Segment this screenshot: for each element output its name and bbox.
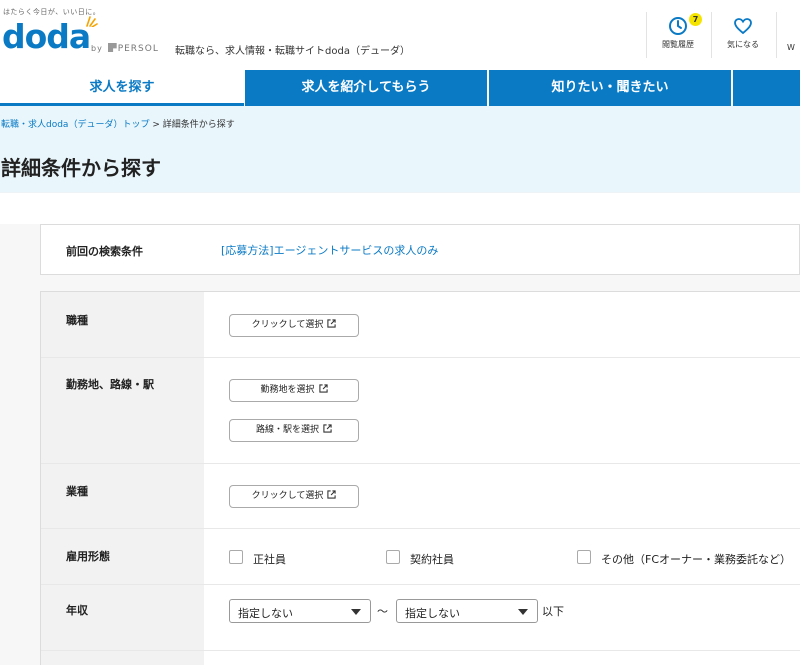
salary-max-select[interactable]: 指定しない (396, 599, 538, 623)
byline-by: by (91, 44, 103, 53)
route-station-select-button[interactable]: 路線・駅を選択 (229, 419, 359, 442)
title-band: 転職・求人doda（デューダ）トップ > 詳細条件から探す 詳細条件から探す (0, 106, 800, 192)
caret-down-icon (518, 609, 528, 615)
row-head: 業種 (41, 464, 204, 528)
external-window-icon (323, 424, 332, 433)
doda-logo[interactable]: doda (2, 20, 91, 53)
row-employment-type: 雇用形態 正社員 契約社員 その他（FCオーナー・業務委託など） (41, 529, 800, 585)
row-body: クリックして選択 (204, 464, 800, 528)
persol-mark-icon (107, 43, 117, 52)
external-window-icon (327, 319, 336, 328)
location-label: 勤務地、路線・駅 (66, 378, 154, 391)
row-head: 年収 (41, 585, 204, 650)
main-nav: 求人を探す 求人を紹介してもらう 知りたい・聞きたい (0, 70, 800, 106)
breadcrumb-home-link[interactable]: 転職・求人doda（デューダ）トップ (1, 120, 149, 130)
employment-label: 雇用形態 (66, 550, 110, 563)
salary-label: 年収 (66, 604, 88, 617)
external-window-icon (318, 384, 328, 393)
row-body: 指定しない 〜 指定しない 以下 (204, 585, 800, 650)
salary-min-select[interactable]: 指定しない (229, 599, 371, 623)
card-top (0, 192, 800, 224)
row-body: クリックして選択 (204, 292, 800, 357)
history-button[interactable]: 7 閲覧履歴 (647, 13, 709, 60)
salary-range-tilde: 〜 (377, 605, 388, 618)
favorite-label: 気になる (727, 40, 759, 49)
checkbox-box[interactable] (229, 550, 243, 564)
row-body: 勤務地を選択 路線・駅を選択 (204, 358, 800, 463)
page-title: 詳細条件から探す (1, 156, 161, 180)
row-head: 職種 (41, 292, 204, 357)
row-location: 勤務地、路線・駅 勤務地を選択 路線・駅を選択 (41, 358, 800, 464)
tab-search-jobs[interactable]: 求人を探す (0, 70, 244, 106)
breadcrumb: 転職・求人doda（デューダ）トップ > 詳細条件から探す (1, 117, 235, 130)
tab-job-introduction[interactable]: 求人を紹介してもらう (245, 70, 487, 106)
favorite-button[interactable]: 気になる (712, 14, 774, 60)
previous-search-link[interactable]: [応募方法]エージェントサービスの求人のみ (221, 242, 438, 258)
previous-search-label: 前回の検索条件 (66, 245, 143, 258)
row-head (41, 651, 204, 665)
job-type-button-label: クリックして選択 (251, 320, 324, 330)
industry-button-label: クリックして選択 (251, 491, 324, 501)
site-header: はたらく今日が、いい日に。 doda by PERSOL 転職なら、求人情報・転… (0, 0, 800, 70)
persol-byline: by PERSOL (91, 43, 159, 54)
row-salary: 年収 指定しない 〜 指定しない 以下 (41, 585, 800, 651)
row-next (41, 651, 800, 665)
job-type-label: 職種 (66, 314, 88, 327)
industry-label: 業種 (66, 485, 88, 498)
industry-select-button[interactable]: クリックして選択 (229, 485, 359, 508)
clock-icon (669, 17, 687, 35)
checkbox-box[interactable] (577, 550, 591, 564)
row-body: 正社員 契約社員 その他（FCオーナー・業務委託など） (204, 529, 800, 584)
checkbox-label: その他（FCオーナー・業務委託など） (601, 553, 792, 566)
row-industry: 業種 クリックして選択 (41, 464, 800, 529)
checkbox-box[interactable] (386, 550, 400, 564)
breadcrumb-current: 詳細条件から探す (162, 120, 235, 130)
logo-sparks-icon (86, 16, 98, 27)
heart-icon (734, 18, 752, 35)
header-cut-item[interactable]: W (787, 43, 795, 52)
salary-suffix: 以下 (542, 605, 564, 618)
tab-more[interactable] (733, 70, 800, 106)
checkbox-label: 契約社員 (410, 553, 454, 566)
header-divider (776, 12, 777, 58)
route-button-label: 路線・駅を選択 (255, 425, 319, 435)
job-type-select-button[interactable]: クリックして選択 (229, 314, 359, 337)
caret-down-icon (351, 609, 361, 615)
search-form: 職種 クリックして選択 勤務地、路線・駅 勤務地を選択 路線・駅を選択 業種 ク… (40, 291, 800, 665)
breadcrumb-separator: > (152, 120, 160, 130)
salary-max-value: 指定しない (405, 607, 460, 620)
external-window-icon (327, 490, 336, 499)
byline-brand: PERSOL (117, 44, 159, 54)
row-head: 雇用形態 (41, 529, 204, 584)
row-head: 勤務地、路線・駅 (41, 358, 204, 463)
salary-min-value: 指定しない (238, 607, 293, 620)
tab-learn-ask[interactable]: 知りたい・聞きたい (489, 70, 731, 106)
location-select-button[interactable]: 勤務地を選択 (229, 379, 359, 402)
row-job-type: 職種 クリックして選択 (41, 292, 800, 358)
previous-search-box: 前回の検索条件 [応募方法]エージェントサービスの求人のみ (40, 224, 800, 275)
history-count-badge: 7 (689, 13, 702, 26)
site-description: 転職なら、求人情報・転職サイトdoda（デューダ） (175, 46, 410, 57)
location-button-label: 勤務地を選択 (260, 385, 315, 395)
row-body (204, 651, 800, 665)
checkbox-label: 正社員 (253, 553, 286, 566)
history-label: 閲覧履歴 (662, 40, 694, 49)
